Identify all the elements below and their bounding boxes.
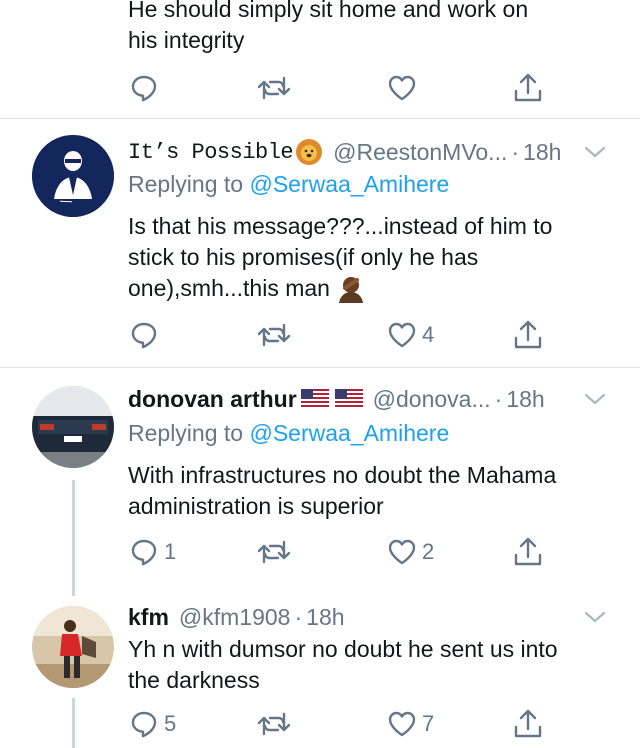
retweet-icon (257, 76, 291, 100)
tweet-top[interactable]: He should simply sit home and work on hi… (0, 0, 640, 118)
separator-dot: · (511, 138, 520, 165)
retweet-button[interactable] (256, 317, 296, 353)
tweet-actions: 5 7 (128, 706, 548, 742)
tweet-actions: 1 2 (128, 534, 548, 570)
timestamp[interactable]: 18h (523, 139, 561, 166)
reply-icon (131, 322, 157, 349)
tweet[interactable]: kfm @kfm1908 · 18h Yh n with dumsor no d… (0, 590, 640, 748)
chevron-down-icon (584, 146, 606, 158)
avatar[interactable] (32, 386, 114, 468)
share-button[interactable] (512, 706, 544, 742)
share-button[interactable] (512, 70, 544, 106)
tweet-actions: 4 (128, 317, 548, 353)
timestamp[interactable]: 18h (506, 386, 544, 413)
chevron-down-icon (584, 393, 606, 405)
like-button[interactable]: 2 (386, 534, 434, 570)
reply-button[interactable]: 1 (128, 534, 176, 570)
tweet-text: With infrastructures no doubt the Mahama… (128, 462, 557, 519)
user-handle[interactable]: @ReestonMVo... (333, 139, 507, 166)
chevron-down-icon (584, 611, 606, 623)
reply-button[interactable]: 5 (128, 706, 176, 742)
us-flag-icon (300, 389, 329, 409)
retweet-icon (257, 540, 291, 564)
share-icon (514, 320, 542, 349)
heart-icon (388, 539, 416, 565)
reply-icon (131, 711, 157, 738)
replying-to: Replying to @Serwaa_Amihere (128, 171, 449, 198)
share-icon (514, 537, 542, 566)
replying-to: Replying to @Serwaa_Amihere (128, 420, 449, 447)
reply-button[interactable] (128, 70, 160, 106)
replying-prefix: Replying to (128, 171, 244, 197)
more-options-button[interactable] (582, 386, 608, 412)
like-button[interactable]: 4 (386, 317, 434, 353)
like-count: 7 (422, 711, 435, 736)
lion-face-icon (296, 139, 323, 165)
reply-icon (131, 75, 157, 102)
us-flag-icon (334, 389, 363, 409)
person-facepalming-icon (338, 276, 363, 303)
tweet[interactable]: It’s Possible @ReestonMVo... · 18h Reply… (0, 119, 640, 367)
share-icon (514, 709, 542, 738)
retweet-icon (257, 712, 291, 736)
avatar-image (32, 606, 114, 688)
tweet-header: It’s Possible @ReestonMVo... · 18h (128, 135, 608, 169)
tweet-text: He should simply sit home and work on hi… (128, 0, 529, 53)
retweet-button[interactable] (256, 70, 292, 106)
separator-dot: · (294, 603, 303, 630)
reply-count: 1 (164, 539, 177, 564)
share-button[interactable] (512, 534, 544, 570)
tweet-header: donovan arthur @donova... · 18h (128, 382, 608, 416)
more-options-button[interactable] (582, 139, 608, 165)
avatar[interactable] (32, 135, 114, 217)
share-icon (514, 73, 542, 102)
user-handle[interactable]: @donova... (373, 386, 491, 413)
separator-dot: · (494, 385, 503, 412)
tweet[interactable]: donovan arthur @donova... · 18h Replying… (0, 368, 640, 596)
display-name[interactable]: It’s Possible (128, 140, 294, 165)
reply-icon (131, 539, 157, 566)
retweet-button[interactable] (256, 534, 296, 570)
mention-link[interactable]: @Serwaa_Amihere (249, 171, 449, 197)
heart-icon (388, 711, 416, 737)
thread-line (72, 698, 75, 748)
like-button[interactable]: 7 (386, 706, 434, 742)
replying-prefix: Replying to (128, 420, 244, 446)
retweet-icon (257, 323, 291, 347)
reply-button[interactable] (128, 317, 164, 353)
tweet-actions (128, 70, 548, 106)
avatar[interactable] (32, 606, 114, 688)
tweet-text: Yh n with dumsor no doubt he sent us int… (128, 636, 558, 693)
mention-link[interactable]: @Serwaa_Amihere (249, 420, 449, 446)
timestamp[interactable]: 18h (306, 604, 344, 631)
display-name[interactable]: donovan arthur (128, 386, 297, 413)
more-options-button[interactable] (582, 604, 608, 630)
thread-line (72, 480, 75, 596)
like-count: 2 (422, 539, 435, 564)
retweet-button[interactable] (256, 706, 296, 742)
avatar-image (32, 135, 114, 217)
reply-count: 5 (164, 711, 177, 736)
avatar-image (32, 386, 114, 468)
heart-icon (388, 322, 416, 348)
heart-icon (388, 75, 416, 101)
share-button[interactable] (512, 317, 544, 353)
tweet-header: kfm @kfm1908 · 18h (128, 600, 608, 634)
display-name[interactable]: kfm (128, 604, 169, 631)
like-count: 4 (422, 322, 435, 347)
tweet-text: Is that his message???...instead of him … (128, 211, 618, 304)
user-handle[interactable]: @kfm1908 (179, 604, 291, 631)
like-button[interactable] (386, 70, 418, 106)
